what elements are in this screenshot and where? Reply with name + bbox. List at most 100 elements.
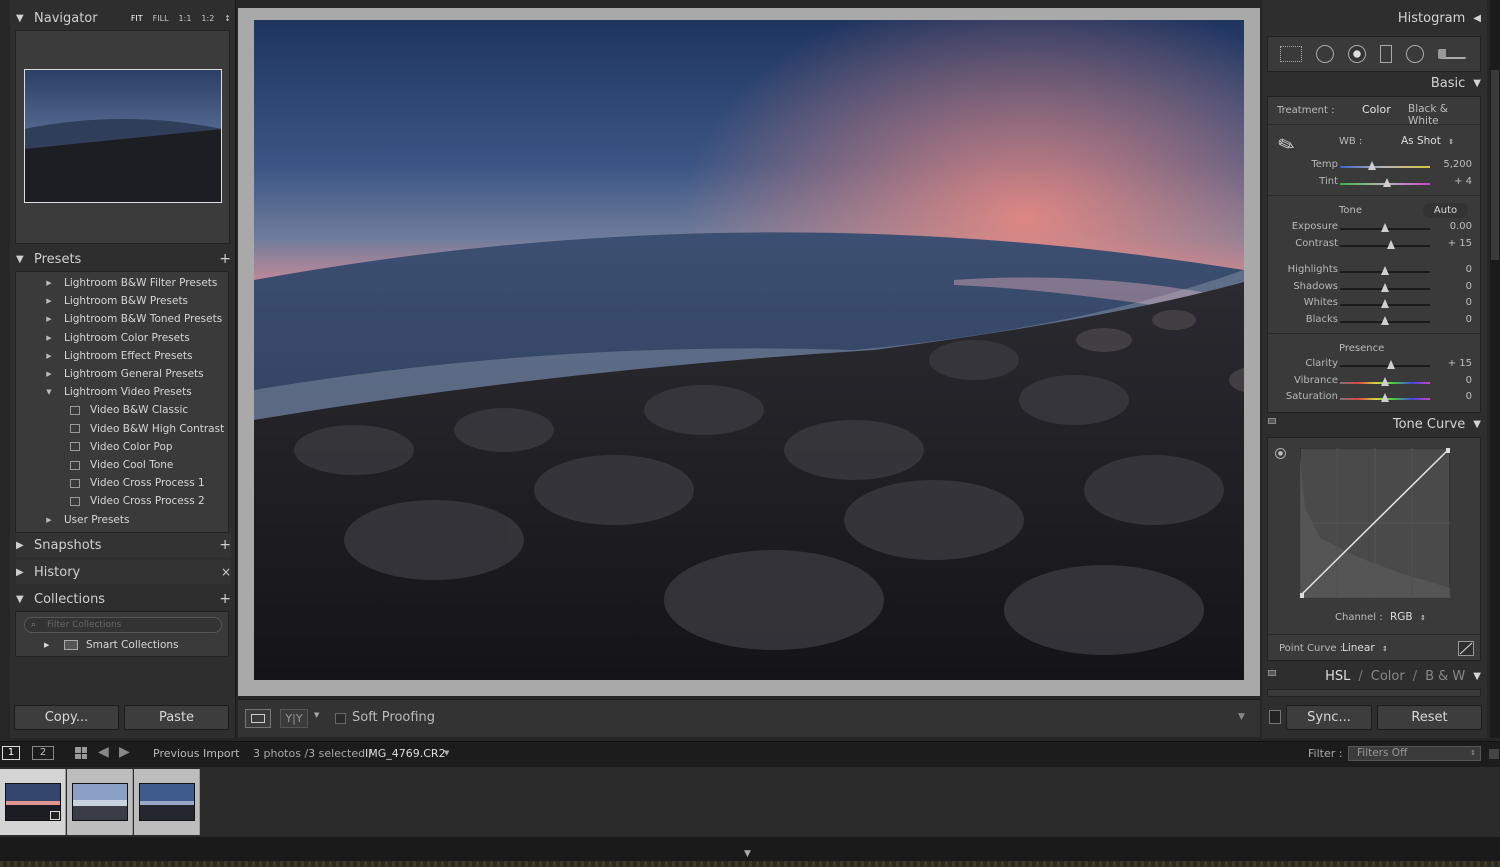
copy-button[interactable]: Copy... [14,705,119,730]
photo-canvas[interactable] [238,8,1260,696]
slider-temp[interactable]: Temp 5,200 [1268,158,1482,174]
slider-saturation[interactable]: Saturation 0 [1268,390,1482,406]
slider-exposure[interactable]: Exposure 0.00 [1268,220,1482,236]
slider-thumb[interactable] [1387,239,1396,249]
filename-label[interactable]: IMG_4769.CR2 [365,747,446,760]
basic-header[interactable]: Basic ▼ [1266,72,1481,94]
primary-window-button[interactable]: 1 [2,746,20,760]
tone-curve-header[interactable]: Tone Curve ▼ [1266,413,1481,435]
slider-track[interactable] [1340,299,1430,308]
slider-thumb[interactable] [1381,266,1389,275]
slider-value[interactable]: 5,200 [1443,159,1472,170]
slider-track[interactable] [1340,223,1430,232]
add-preset-icon[interactable]: + [219,251,231,267]
expand-triangle-icon[interactable]: ▶ [42,334,56,342]
expand-triangle-icon[interactable]: ▶ [42,297,56,305]
expand-triangle-icon[interactable]: ▶ [42,279,56,287]
slider-value[interactable]: 0 [1466,391,1472,402]
slider-track[interactable] [1340,393,1430,402]
preset-item[interactable]: Video B&W Classic [70,401,188,419]
slider-thumb[interactable] [1381,315,1389,325]
zoom-1-2[interactable]: 1:2 [201,14,214,23]
slider-blacks[interactable]: Blacks 0 [1268,313,1482,329]
preset-item[interactable]: Video Color Pop [70,438,173,456]
preset-folder[interactable]: ▶ Lightroom B&W Toned Presets [42,310,222,328]
preset-folder[interactable]: ▼ Lightroom Video Presets [42,383,191,401]
preset-folder[interactable]: ▶ Lightroom Effect Presets [42,347,192,365]
loupe-view-button[interactable] [245,709,271,728]
adjustment-brush-icon[interactable] [1438,49,1466,59]
preset-item[interactable]: Video B&W High Contrast [70,420,224,438]
sync-button[interactable]: Sync... [1286,705,1372,730]
edit-point-curve-icon[interactable] [1458,641,1474,656]
panel-switch-icon[interactable] [1268,418,1276,424]
smart-collections-item[interactable]: ▶ Smart Collections [44,639,179,651]
filter-collections-input[interactable]: ⌕ Filter Collections [24,617,222,633]
bw-tab[interactable]: B & W [1425,669,1465,684]
slider-value[interactable]: 0 [1466,264,1472,275]
slider-track[interactable] [1340,161,1430,170]
slider-contrast[interactable]: Contrast + 15 [1268,237,1482,253]
clear-history-icon[interactable]: × [221,565,231,579]
white-balance-eyedropper-icon[interactable]: ✎ [1274,127,1307,160]
forward-arrow-icon[interactable]: ▶ [119,744,130,760]
before-after-button[interactable]: Y|Y [280,709,308,728]
filename-dropdown-icon[interactable]: ▼ [444,749,449,757]
scrollbar-thumb[interactable] [1491,70,1499,260]
preset-item[interactable]: Video Cool Tone [70,456,173,474]
before-after-dropdown-icon[interactable]: ▼ [314,711,319,719]
slider-value[interactable]: + 4 [1454,176,1472,187]
source-label[interactable]: Previous Import [153,747,240,760]
slider-clarity[interactable]: Clarity + 15 [1268,357,1482,373]
slider-highlights[interactable]: Highlights 0 [1268,263,1482,279]
slider-thumb[interactable] [1381,376,1389,386]
slider-thumb[interactable] [1387,360,1396,369]
hsl-tab[interactable]: HSL [1325,669,1350,684]
zoom-fill[interactable]: FILL [153,14,169,23]
navigator-header[interactable]: ▼ Navigator FIT FILL 1:1 1:2 ↕ [16,6,231,30]
spot-removal-icon[interactable] [1316,45,1334,63]
crop-overlay-icon[interactable] [1280,46,1302,62]
add-collection-icon[interactable]: + [219,591,231,607]
right-scrollbar[interactable] [1490,0,1500,738]
slider-track[interactable] [1340,282,1430,292]
slider-thumb[interactable] [1367,161,1376,170]
slider-value[interactable]: + 15 [1448,238,1472,249]
paste-button[interactable]: Paste [124,705,229,730]
filter-select[interactable]: Filters Off ⇕ [1348,746,1481,761]
radial-filter-icon[interactable] [1406,45,1424,63]
graduated-filter-icon[interactable] [1380,45,1392,63]
back-arrow-icon[interactable]: ◀ [98,744,109,760]
slider-whites[interactable]: Whites 0 [1268,296,1482,312]
preset-folder[interactable]: ▶ User Presets [42,511,129,529]
secondary-window-button[interactable]: 2 [32,746,54,760]
presets-header[interactable]: ▼ Presets + [16,247,231,271]
preset-folder[interactable]: ▶ Lightroom B&W Presets [42,292,188,310]
slider-thumb[interactable] [1381,299,1389,308]
slider-shadows[interactable]: Shadows 0 [1268,280,1482,296]
channel-select[interactable]: RGB ⇕ [1390,611,1426,623]
zoom-fit[interactable]: FIT [131,14,143,23]
preset-item[interactable]: Video Cross Process 2 [70,492,205,510]
slider-thumb[interactable] [1381,393,1389,402]
toolbar-menu-icon[interactable]: ▼ [1238,712,1245,722]
expand-triangle-icon[interactable]: ▶ [42,315,56,323]
reset-button[interactable]: Reset [1377,705,1482,730]
red-eye-icon[interactable] [1348,45,1366,63]
slider-track[interactable] [1340,239,1430,249]
tone-curve-graph[interactable] [1300,448,1450,598]
filmstrip-switch-icon[interactable] [1489,749,1499,759]
filmstrip-thumbnail-2[interactable] [67,769,133,835]
histogram-header[interactable]: Histogram ◀ [1266,7,1481,29]
slider-track[interactable] [1340,315,1430,325]
wb-select[interactable]: As Shot ⇕ [1401,135,1454,147]
zoom-stepper-icon[interactable]: ↕ [224,14,231,23]
soft-proofing-checkbox[interactable] [335,713,346,724]
add-snapshot-icon[interactable]: + [219,537,231,553]
panel-switch-icon[interactable] [1268,670,1276,676]
slider-thumb[interactable] [1382,177,1391,187]
slider-vibrance[interactable]: Vibrance 0 [1268,374,1482,390]
slider-thumb[interactable] [1381,223,1389,232]
treatment-color-option[interactable]: Color [1362,103,1391,116]
slider-track[interactable] [1340,360,1430,369]
